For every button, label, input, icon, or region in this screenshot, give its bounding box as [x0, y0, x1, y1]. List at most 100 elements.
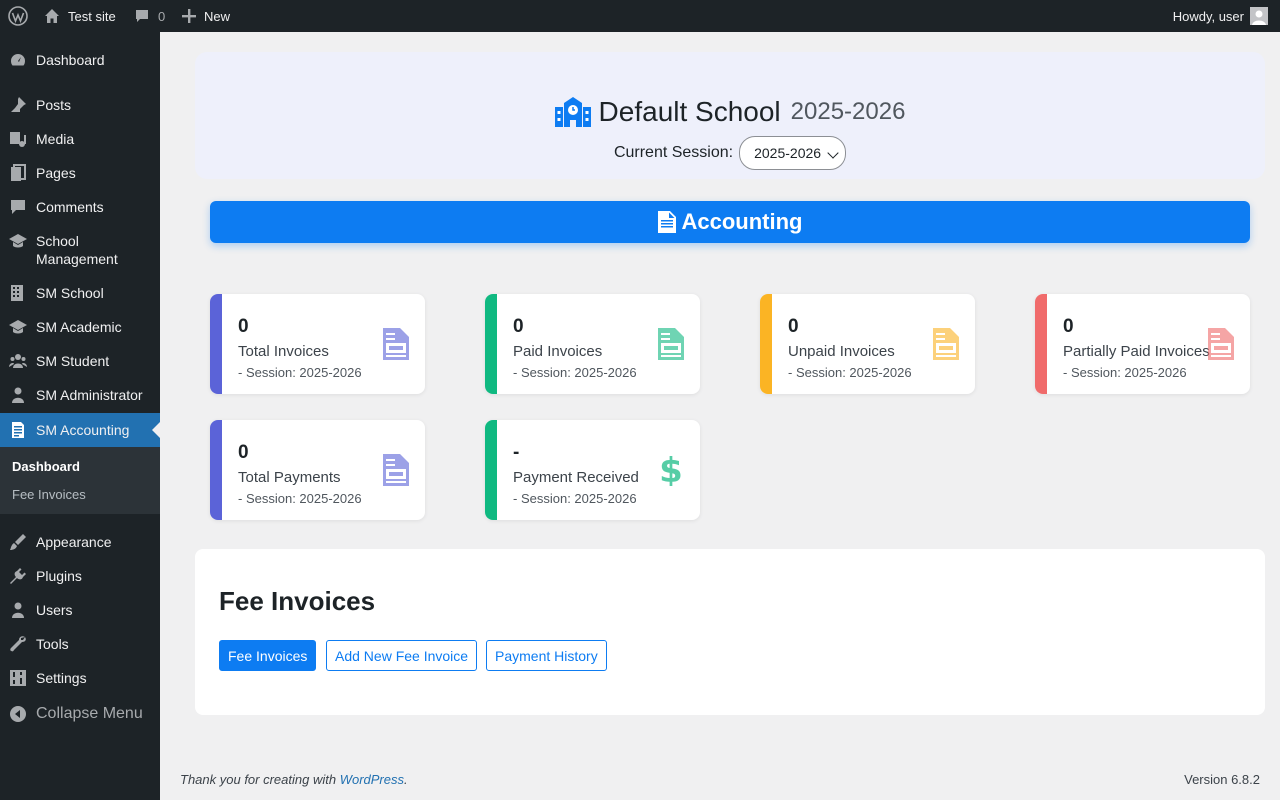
comments-link[interactable]: 0 — [134, 0, 165, 32]
wordpress-link[interactable]: WordPress — [340, 772, 404, 787]
footer-thanks-suffix: . — [404, 772, 408, 787]
sidebar-label: Appearance — [36, 534, 112, 550]
sidebar-item-sm-student[interactable]: SM Student — [0, 352, 160, 372]
session-select[interactable]: 2025-2026 — [739, 136, 847, 170]
submenu-item-fee-invoices[interactable]: Fee Invoices — [12, 487, 86, 502]
sidebar-item-settings[interactable]: Settings — [0, 669, 160, 689]
comment-bubble-icon — [136, 10, 148, 22]
stat-value: - — [513, 442, 520, 463]
accounting-banner: Accounting — [210, 201, 1250, 243]
stat-session: - Session: 2025-2026 — [238, 365, 362, 380]
sidebar-item-plugins[interactable]: Plugins — [0, 567, 160, 587]
wordpress-logo-icon[interactable] — [8, 0, 28, 32]
avatar — [1250, 7, 1268, 25]
howdy-text: Howdy, user — [1172, 8, 1244, 24]
sidebar-label: School Management — [36, 233, 118, 267]
stat-label: Unpaid Invoices — [788, 343, 895, 360]
sidebar-item-sm-school[interactable]: SM School — [0, 284, 160, 304]
sidebar-label: Users — [36, 602, 73, 618]
payment-history-button[interactable]: Payment History — [486, 640, 607, 671]
stat-value: 0 — [1063, 316, 1074, 337]
session-select-value: 2025-2026 — [754, 145, 822, 161]
site-name-link[interactable]: Test site — [44, 0, 116, 32]
home-icon — [45, 9, 59, 23]
my-account-link[interactable]: Howdy, user — [1173, 0, 1268, 32]
sidebar-label: Dashboard — [36, 52, 105, 68]
sidebar-item-sm-administrator[interactable]: SM Administrator — [0, 386, 160, 406]
sidebar-item-school-management[interactable]: School Management — [0, 232, 160, 272]
collapse-menu-button[interactable]: Collapse Menu — [0, 705, 160, 725]
stat-label: Total Payments — [238, 469, 341, 486]
admin-sidebar: Dashboard Posts Media Pages Comments Sch… — [0, 32, 160, 800]
comments-count: 0 — [158, 8, 166, 24]
pages-icon — [9, 164, 27, 182]
stat-value: 0 — [238, 316, 249, 337]
new-content-link[interactable]: New — [182, 0, 230, 32]
brush-icon — [9, 533, 27, 551]
footer-thanks-text: Thank you for creating with — [180, 772, 337, 787]
stat-value: 0 — [788, 316, 799, 337]
school-year: 2025-2026 — [790, 98, 906, 125]
fee-invoices-panel: Fee Invoices Fee Invoices Add New Fee In… — [195, 549, 1265, 715]
stat-session: - Session: 2025-2026 — [788, 365, 912, 380]
building-icon — [9, 284, 27, 302]
sidebar-item-posts[interactable]: Posts — [0, 96, 160, 116]
dollar-icon: $ — [658, 451, 684, 491]
stat-session: - Session: 2025-2026 — [1063, 365, 1187, 380]
invoice-icon — [383, 328, 409, 360]
stat-session: - Session: 2025-2026 — [513, 491, 637, 506]
plus-icon — [182, 9, 196, 23]
stat-card-accent — [210, 420, 222, 520]
accounting-submenu: Dashboard Fee Invoices — [0, 447, 160, 514]
stat-label: Total Invoices — [238, 343, 329, 360]
stat-card-accent — [760, 294, 772, 394]
school-name: Default School — [598, 96, 781, 127]
stat-value: 0 — [513, 316, 524, 337]
stat-card-accent — [210, 294, 222, 394]
sidebar-item-sm-accounting[interactable]: SM Accounting — [0, 413, 160, 447]
sidebar-item-users[interactable]: Users — [0, 601, 160, 621]
sidebar-item-sm-academic[interactable]: SM Academic — [0, 318, 160, 338]
school-header: Default School 2025-2026 Current Session… — [195, 52, 1265, 179]
admin-icon — [9, 386, 27, 404]
sidebar-item-pages[interactable]: Pages — [0, 164, 160, 184]
current-menu-arrow — [152, 422, 160, 438]
fee-panel-title: Fee Invoices — [219, 586, 376, 616]
sidebar-item-media[interactable]: Media — [0, 130, 160, 150]
stat-card-accent — [485, 420, 497, 520]
banner-title: Accounting — [681, 209, 803, 234]
admin-bar: Test site 0 New Howdy, user — [0, 0, 1280, 32]
site-name: Test site — [68, 8, 116, 24]
sidebar-item-appearance[interactable]: Appearance — [0, 533, 160, 553]
sidebar-label: SM Administrator — [36, 387, 143, 403]
stat-card: 0 Total Invoices - Session: 2025-2026 — [210, 294, 425, 394]
session-label: Current Session: — [613, 144, 734, 161]
sidebar-item-tools[interactable]: Tools — [0, 635, 160, 655]
wrench-icon — [9, 635, 27, 653]
sidebar-item-dashboard[interactable]: Dashboard — [0, 51, 160, 71]
sidebar-label: SM Student — [36, 353, 110, 369]
svg-text:$: $ — [659, 454, 683, 486]
fee-invoices-button[interactable]: Fee Invoices — [219, 640, 317, 671]
chevron-down-icon — [827, 147, 839, 159]
user-icon — [9, 601, 27, 619]
add-new-fee-invoice-button[interactable]: Add New Fee Invoice — [326, 640, 478, 671]
sidebar-label: Posts — [36, 97, 72, 113]
invoice-icon — [933, 328, 959, 360]
new-label: New — [204, 8, 231, 24]
plugin-icon — [9, 567, 27, 585]
stat-card: 0 Paid Invoices - Session: 2025-2026 — [485, 294, 700, 394]
sidebar-item-comments[interactable]: Comments — [0, 198, 160, 218]
sidebar-label: Pages — [36, 165, 76, 181]
stat-label: Payment Received — [513, 469, 639, 486]
stat-card: 0 Unpaid Invoices - Session: 2025-2026 — [760, 294, 975, 394]
stat-value: 0 — [238, 442, 249, 463]
stat-card: - Payment Received - Session: 2025-2026 $ — [485, 420, 700, 520]
footer-version: Version 6.8.2 — [1184, 772, 1260, 787]
stat-card-accent — [485, 294, 497, 394]
submenu-item-dashboard[interactable]: Dashboard — [12, 459, 80, 474]
stat-label: Partially Paid Invoices — [1063, 343, 1210, 360]
sidebar-label: Settings — [36, 670, 87, 686]
school-title: Default School 2025-2026 — [195, 96, 1265, 128]
session-row: Current Session: 2025-2026 — [195, 136, 1265, 170]
